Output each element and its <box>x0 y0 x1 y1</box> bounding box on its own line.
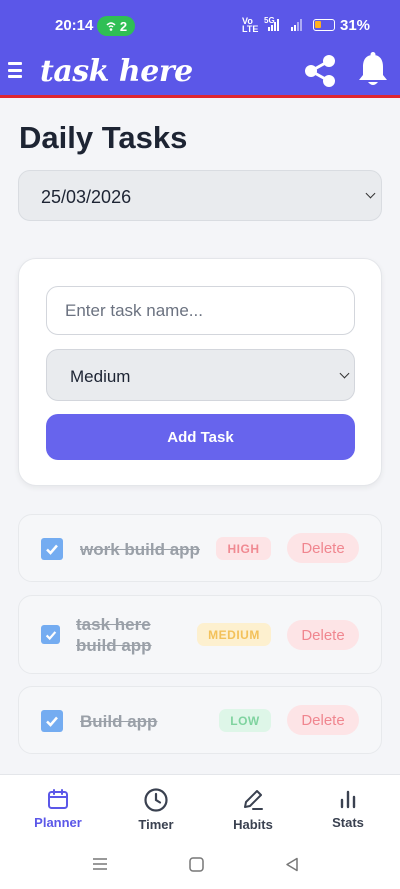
delete-button[interactable]: Delete <box>287 533 359 563</box>
app-title: task here <box>40 54 193 89</box>
task-item: Build app LOW Delete <box>18 686 382 754</box>
app-header: task here <box>0 44 400 98</box>
recents-icon[interactable] <box>92 857 108 871</box>
task-name-input[interactable] <box>46 286 355 335</box>
chevron-down-icon <box>365 188 376 199</box>
signal-icon-2 <box>291 19 302 31</box>
calendar-icon <box>48 789 68 809</box>
priority-badge: MEDIUM <box>197 623 271 646</box>
task-name: Build app <box>80 712 158 731</box>
nav-stats[interactable]: Stats <box>298 775 398 843</box>
add-task-button[interactable]: Add Task <box>46 414 355 460</box>
back-icon[interactable] <box>285 857 299 872</box>
network-label: Vo LTE <box>242 16 259 34</box>
date-select[interactable]: 25/03/2026 <box>18 170 382 221</box>
share-icon[interactable] <box>301 52 339 90</box>
date-value: 25/03/2026 <box>41 187 132 207</box>
nav-planner[interactable]: Planner <box>8 775 108 843</box>
pen-icon <box>244 790 263 810</box>
status-time: 20:14 <box>55 17 94 34</box>
battery-percent: 31% <box>340 17 371 34</box>
bottom-nav: Planner Timer Habits Stats <box>0 774 400 842</box>
bell-icon[interactable] <box>356 50 390 88</box>
status-bar: 20:14 2 Vo LTE 5G 31% <box>0 0 400 44</box>
delete-button[interactable]: Delete <box>287 620 359 650</box>
home-icon[interactable] <box>189 857 204 872</box>
nav-timer[interactable]: Timer <box>106 775 206 843</box>
bar-chart-icon <box>340 790 356 809</box>
check-icon <box>46 716 58 727</box>
nav-label: Timer <box>138 817 174 832</box>
hotspot-count: 2 <box>119 18 128 34</box>
check-icon <box>46 544 58 555</box>
nav-habits[interactable]: Habits <box>203 775 303 843</box>
battery-icon <box>313 19 335 31</box>
nav-label: Planner <box>34 815 82 830</box>
menu-icon[interactable] <box>8 60 22 80</box>
task-name: work build app <box>80 540 200 559</box>
priority-value: Medium <box>70 367 131 386</box>
add-task-card: Medium Add Task <box>18 258 382 486</box>
priority-badge: HIGH <box>216 537 271 560</box>
task-checkbox[interactable] <box>41 538 63 560</box>
task-name: task here build app <box>76 615 152 655</box>
hotspot-badge: 2 <box>97 16 135 36</box>
nav-label: Habits <box>233 817 273 832</box>
task-item: work build app HIGH Delete <box>18 514 382 582</box>
task-item: task here build app MEDIUM Delete <box>18 595 382 674</box>
check-icon <box>45 630 56 640</box>
priority-select[interactable]: Medium <box>46 349 355 401</box>
clock-icon <box>144 788 168 812</box>
chevron-down-icon <box>339 368 350 379</box>
delete-button[interactable]: Delete <box>287 705 359 735</box>
signal-icon <box>268 19 279 31</box>
task-checkbox[interactable] <box>41 710 63 732</box>
nav-label: Stats <box>332 815 364 830</box>
system-nav-bar <box>0 842 400 889</box>
task-checkbox[interactable] <box>41 625 60 644</box>
hotspot-icon <box>106 22 116 31</box>
priority-badge: LOW <box>219 709 271 732</box>
page-title: Daily Tasks <box>19 120 188 155</box>
